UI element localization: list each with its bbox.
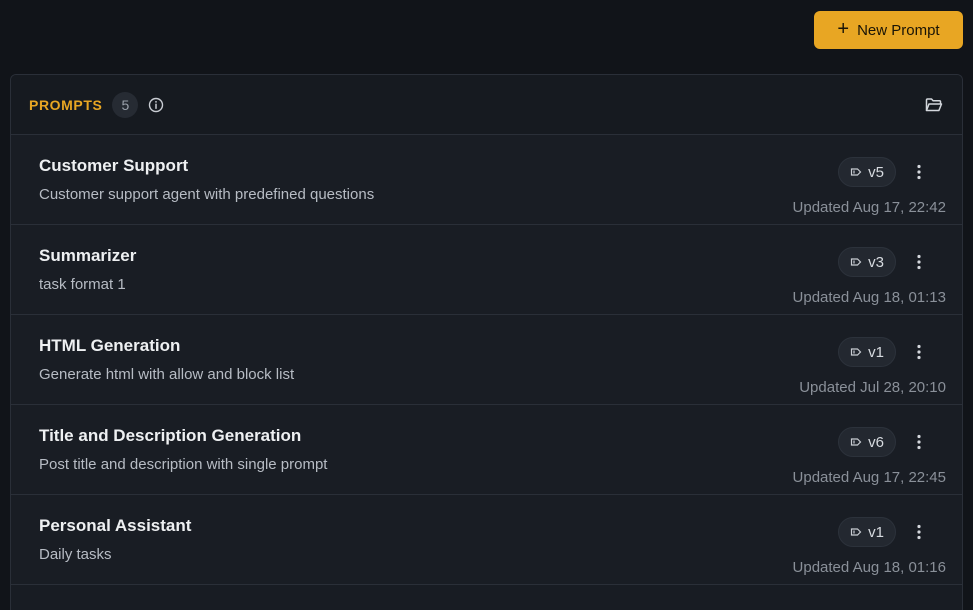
prompt-row[interactable]: Customer Support Customer support agent …: [11, 135, 962, 225]
updated-timestamp: Updated Aug 17, 22:45: [792, 469, 946, 486]
prompt-title[interactable]: Customer Support: [39, 156, 188, 176]
prompt-row[interactable]: Personal Assistant Daily tasks v1 Update…: [11, 495, 962, 585]
updated-timestamp: Updated Aug 18, 01:16: [792, 559, 946, 576]
folder-open-icon[interactable]: [924, 95, 944, 115]
version-tag-icon: [850, 526, 862, 538]
more-options-icon[interactable]: [910, 160, 928, 184]
version-label: v1: [868, 343, 884, 361]
prompts-panel: PROMPTS 5 Customer Support Customer supp…: [10, 74, 963, 610]
version-label: v6: [868, 433, 884, 451]
version-label: v5: [868, 163, 884, 181]
info-icon[interactable]: [148, 97, 164, 113]
version-tag-icon: [850, 346, 862, 358]
count-badge: 5: [112, 91, 139, 118]
new-prompt-label: New Prompt: [857, 21, 940, 39]
prompt-description: task format 1: [39, 276, 126, 293]
panel-header: PROMPTS 5: [11, 75, 962, 135]
version-badge[interactable]: v1: [838, 517, 896, 547]
version-tag-icon: [850, 166, 862, 178]
prompt-list: Customer Support Customer support agent …: [11, 135, 962, 585]
prompt-title[interactable]: Personal Assistant: [39, 516, 191, 536]
prompt-row[interactable]: HTML Generation Generate html with allow…: [11, 315, 962, 405]
version-tag-icon: [850, 256, 862, 268]
prompt-title[interactable]: HTML Generation: [39, 336, 180, 356]
version-label: v3: [868, 253, 884, 271]
prompt-description: Daily tasks: [39, 546, 112, 563]
top-bar: + New Prompt: [0, 0, 973, 74]
more-options-icon[interactable]: [910, 340, 928, 364]
updated-timestamp: Updated Jul 28, 20:10: [799, 379, 946, 396]
prompt-description: Customer support agent with predefined q…: [39, 186, 375, 203]
more-options-icon[interactable]: [910, 430, 928, 454]
prompt-description: Post title and description with single p…: [39, 456, 328, 473]
version-badge[interactable]: v3: [838, 247, 896, 277]
version-badge[interactable]: v1: [838, 337, 896, 367]
prompt-row[interactable]: Title and Description Generation Post ti…: [11, 405, 962, 495]
plus-icon: +: [837, 18, 850, 40]
more-options-icon[interactable]: [910, 520, 928, 544]
prompt-row[interactable]: Summarizer task format 1 v3 Updated Aug …: [11, 225, 962, 315]
new-prompt-button[interactable]: + New Prompt: [814, 11, 963, 49]
prompt-title[interactable]: Title and Description Generation: [39, 426, 301, 446]
version-label: v1: [868, 523, 884, 541]
panel-title: PROMPTS: [29, 96, 103, 113]
updated-timestamp: Updated Aug 18, 01:13: [792, 289, 946, 306]
updated-timestamp: Updated Aug 17, 22:42: [792, 199, 946, 216]
version-badge[interactable]: v5: [838, 157, 896, 187]
version-tag-icon: [850, 436, 862, 448]
prompt-title[interactable]: Summarizer: [39, 246, 136, 266]
more-options-icon[interactable]: [910, 250, 928, 274]
prompt-description: Generate html with allow and block list: [39, 366, 295, 383]
version-badge[interactable]: v6: [838, 427, 896, 457]
